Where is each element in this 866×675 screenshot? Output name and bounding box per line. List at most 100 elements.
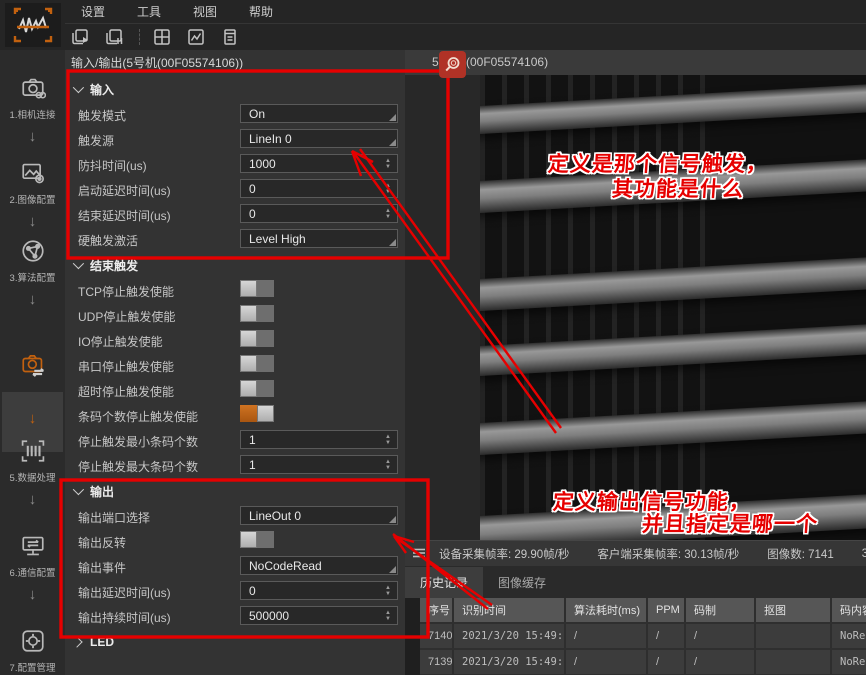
tab-image-cache[interactable]: 图像缓存 (483, 567, 561, 598)
menu-item-3[interactable]: 帮助 (233, 3, 289, 20)
tab-history[interactable]: 历史记录 (405, 567, 483, 598)
column-header-6[interactable]: 码内容 (832, 598, 866, 622)
statistics-icon[interactable] (181, 25, 211, 49)
menu-item-2[interactable]: 视图 (177, 3, 233, 20)
table-row[interactable]: 71402021/3/20 15:49:19:574///NoRead (420, 624, 866, 648)
param-row: 硬触发激活Level High (65, 227, 405, 252)
spinner-arrows[interactable]: ▲▼ (381, 155, 395, 172)
serial-stop-trigger-enable-label: 串口停止触发使能 (78, 358, 174, 375)
sidebar-item-data-process[interactable]: 5.数据处理 (0, 438, 65, 484)
sidebar-item-image-config[interactable]: 2.图像配置 (0, 160, 65, 206)
cell: / (648, 650, 686, 674)
spinner-arrows[interactable]: ▲▼ (381, 456, 395, 473)
output-duration-time-input[interactable]: 500000 ▲▼ (240, 606, 398, 625)
status-segment-2: 图像数: 7141 (753, 546, 847, 562)
spinner-arrows[interactable]: ▲▼ (381, 431, 395, 448)
param-row: 输出持续时间(us) 500000 ▲▼ (65, 604, 405, 629)
menu-item-0[interactable]: 设置 (65, 3, 121, 20)
column-header-4[interactable]: 码制 (686, 598, 756, 622)
debounce-time-input[interactable]: 1000▲▼ (240, 154, 398, 173)
sidebar-item-label: 6.通信配置 (0, 565, 65, 579)
udp-stop-trigger-enable-toggle[interactable] (240, 305, 274, 322)
comm-monitor-icon (0, 533, 65, 562)
output-invert-toggle[interactable] (240, 531, 274, 548)
output-event-label: 输出事件 (78, 559, 126, 576)
cell: / (566, 650, 648, 674)
param-row: 启动延迟时间(us)0▲▼ (65, 177, 405, 202)
column-header-1[interactable]: 识别时间 (454, 598, 566, 622)
column-header-2[interactable]: 算法耗时(ms) (566, 598, 648, 622)
column-header-5[interactable]: 抠图 (756, 598, 832, 622)
flow-arrow-down-icon: ↓ (0, 586, 65, 603)
hamburger-icon[interactable] (405, 547, 425, 561)
flow-arrow-down-icon: ↓ (0, 128, 65, 145)
trigger-source-label: 触发源 (78, 132, 114, 149)
status-segment-3: 3072 * 2048 (848, 548, 866, 560)
code-count-stop-trigger-enable-toggle[interactable] (240, 405, 274, 422)
field-value: On (249, 107, 265, 121)
io-stop-trigger-enable-toggle[interactable] (240, 330, 274, 347)
toggle-right (257, 405, 274, 422)
spinner-arrows[interactable]: ▲▼ (381, 180, 395, 197)
io-stop-trigger-enable-label: IO停止触发使能 (78, 333, 163, 350)
column-header-0[interactable]: 序号 (420, 598, 454, 622)
history-table: 序号识别时间算法耗时(ms)PPM码制抠图码内容71402021/3/20 15… (420, 598, 866, 675)
timeout-stop-trigger-enable-toggle[interactable] (240, 380, 274, 397)
trigger-source-select[interactable]: LineIn 0 (240, 129, 398, 148)
spinner-arrows[interactable]: ▲▼ (381, 607, 395, 624)
output-delay-time-input[interactable]: 0▲▼ (240, 581, 398, 600)
cell: 7139 (420, 650, 454, 674)
section-header-0[interactable]: 输入 (65, 76, 405, 102)
field-value: 1 (249, 433, 256, 447)
acquire-pause-icon[interactable] (99, 25, 129, 49)
stop-trigger-max-code-count-input[interactable]: 1▲▼ (240, 455, 398, 474)
end-delay-time-input[interactable]: 0▲▼ (240, 204, 398, 223)
tcp-stop-trigger-enable-toggle[interactable] (240, 280, 274, 297)
flow-arrow-down-icon: ↓ (0, 491, 65, 508)
stop-trigger-min-code-count-input[interactable]: 1 ▲▼ (240, 430, 398, 449)
trigger-mode-select[interactable]: On (240, 104, 398, 123)
sidebar-item-io-config[interactable] (0, 352, 65, 381)
chevron-right-icon (71, 636, 82, 647)
toolbar (65, 24, 866, 50)
output-port-select-label: 输出端口选择 (78, 509, 150, 526)
start-delay-time-input[interactable]: 0▲▼ (240, 179, 398, 198)
toggle-right (257, 305, 274, 322)
field-value: 500000 (249, 609, 289, 623)
spinner-arrows[interactable]: ▲▼ (381, 582, 395, 599)
chevron-down-icon (73, 82, 84, 93)
param-row: 超时停止触发使能 (65, 378, 405, 403)
save-report-icon[interactable] (215, 25, 245, 49)
table-row[interactable]: 71392021/3/20 15:49:19:544///NoRead (420, 650, 866, 674)
application-window: 设置工具视图帮助 1.相机连接↓2.图像配置↓3.算法配置↓↓5.数据处理↓6.… (0, 0, 866, 675)
output-port-select-select[interactable]: LineOut 0 (240, 506, 398, 525)
serial-stop-trigger-enable-toggle[interactable] (240, 355, 274, 372)
cell: / (686, 650, 756, 674)
section-header-2[interactable]: 输出 (65, 478, 405, 504)
layout-grid-icon[interactable] (147, 25, 177, 49)
sidebar-item-config-manage[interactable]: 7.配置管理 (0, 628, 65, 674)
udp-stop-trigger-enable-label: UDP停止触发使能 (78, 308, 175, 325)
output-duration-time-label: 输出持续时间(us) (78, 609, 171, 626)
param-row: 停止触发最大条码个数1▲▼ (65, 453, 405, 478)
hard-trigger-activation-select[interactable]: Level High (240, 229, 398, 248)
cell: 2021/3/20 15:49:19:574 (454, 624, 566, 648)
sidebar-item-camera-connect[interactable]: 1.相机连接 (0, 75, 65, 121)
field-value: NoCodeRead (249, 559, 322, 573)
acquire-start-icon[interactable] (65, 25, 95, 49)
section-header-3[interactable]: LED (65, 629, 405, 655)
spinner-arrows[interactable]: ▲▼ (381, 205, 395, 222)
toggle-left (240, 531, 257, 548)
annotation-text: 其功能是什么 (611, 173, 745, 203)
column-header-3[interactable]: PPM (648, 598, 686, 622)
output-event-select[interactable]: NoCodeRead (240, 556, 398, 575)
toggle-left (240, 405, 257, 422)
dropdown-corner-icon (389, 114, 396, 121)
section-header-1[interactable]: 结束触发 (65, 252, 405, 278)
dropdown-corner-icon (389, 566, 396, 573)
sidebar-item-algorithm-config[interactable]: 3.算法配置 (0, 238, 65, 284)
sidebar-item-comm-config[interactable]: 6.通信配置 (0, 533, 65, 579)
app-logo-icon (5, 3, 61, 47)
chevron-down-icon (73, 258, 84, 269)
menu-item-1[interactable]: 工具 (121, 3, 177, 20)
